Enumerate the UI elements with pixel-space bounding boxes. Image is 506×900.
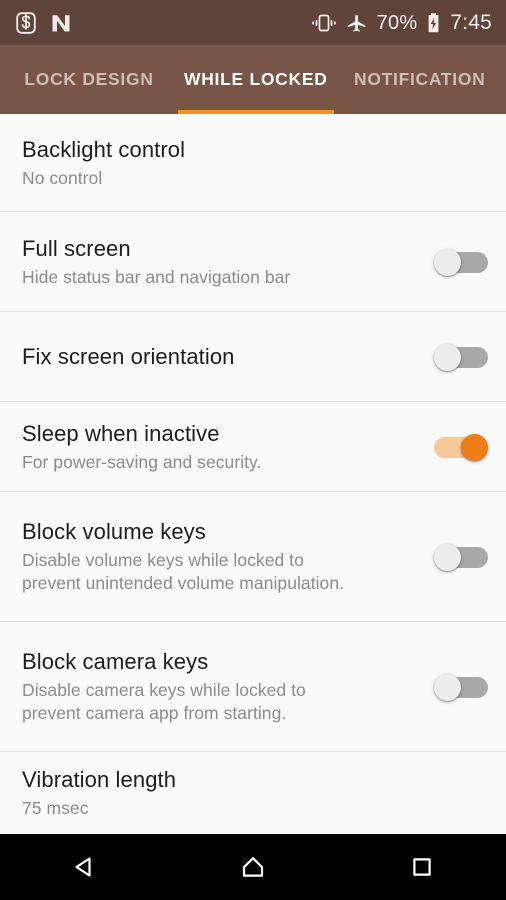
- airplane-mode-icon: [346, 12, 368, 34]
- vibrate-icon: [311, 12, 337, 34]
- setting-subtitle: Hide status bar and navigation bar: [22, 266, 291, 287]
- setting-text: Sleep when inactive For power-saving and…: [22, 420, 420, 474]
- toggle-thumb: [434, 248, 461, 276]
- setting-subtitle: For power-saving and security.: [22, 451, 262, 472]
- tab-while-locked[interactable]: WHILE LOCKED: [178, 45, 334, 114]
- tab-while-locked-label: WHILE LOCKED: [184, 69, 328, 89]
- nova-n-logo-icon: [50, 12, 72, 34]
- status-bar-notification-icons: [16, 11, 72, 34]
- setting-text: Block camera keys Disable camera keys wh…: [22, 648, 420, 725]
- home-button[interactable]: [205, 834, 301, 900]
- setting-text: Fix screen orientation: [22, 343, 420, 371]
- tab-lock-design[interactable]: LOCK DESIGN: [0, 45, 178, 114]
- android-navigation-bar: [0, 834, 506, 900]
- setting-subtitle: Disable camera keys while locked to prev…: [22, 679, 420, 725]
- setting-subtitle-line1: Disable camera keys while locked to: [22, 680, 306, 700]
- setting-subtitle-line2: prevent camera app from starting.: [22, 703, 287, 723]
- setting-row-backlight-control[interactable]: Backlight control No control: [0, 114, 506, 212]
- toggle-sleep-when-inactive[interactable]: [434, 433, 488, 461]
- setting-text: Full screen Hide status bar and navigati…: [22, 235, 420, 289]
- recents-button[interactable]: [374, 834, 470, 900]
- setting-row-vibration-length[interactable]: Vibration length 75 msec: [0, 752, 506, 834]
- tab-bar: LOCK DESIGN WHILE LOCKED NOTIFICATION: [0, 45, 506, 114]
- setting-title: Backlight control: [22, 136, 186, 162]
- toggle-thumb: [434, 543, 461, 571]
- toggle-block-volume-keys[interactable]: [434, 543, 488, 571]
- setting-subtitle: 75 msec: [22, 798, 89, 818]
- setting-title: Block camera keys: [22, 649, 209, 674]
- recents-square-icon: [407, 852, 437, 882]
- setting-row-sleep-when-inactive[interactable]: Sleep when inactive For power-saving and…: [0, 402, 506, 492]
- clock-label: 7:45: [450, 11, 492, 34]
- setting-title: Block volume keys: [22, 519, 206, 544]
- tab-notification-label: NOTIFICATION: [353, 69, 486, 89]
- setting-row-fix-screen-orientation[interactable]: Fix screen orientation: [0, 312, 506, 402]
- tab-lock-design-label: LOCK DESIGN: [24, 69, 154, 89]
- setting-subtitle: No control: [22, 167, 103, 188]
- battery-percent-label: 70%: [376, 11, 418, 34]
- setting-subtitle-line2: prevent unintended volume manipulation.: [22, 573, 345, 593]
- back-triangle-icon: [69, 852, 99, 882]
- battery-charging-icon: [426, 12, 441, 34]
- setting-title: Full screen: [22, 235, 131, 261]
- setting-text: Backlight control No control: [22, 136, 488, 190]
- setting-row-block-volume-keys[interactable]: Block volume keys Disable volume keys wh…: [0, 492, 506, 622]
- setting-row-block-camera-keys[interactable]: Block camera keys Disable camera keys wh…: [0, 622, 506, 752]
- setting-title: Sleep when inactive: [22, 420, 220, 446]
- setting-title: Vibration length: [22, 767, 177, 792]
- setting-title: Fix screen orientation: [22, 343, 235, 369]
- back-button[interactable]: [36, 834, 132, 900]
- toggle-fix-screen-orientation[interactable]: [434, 343, 488, 371]
- setting-row-full-screen[interactable]: Full screen Hide status bar and navigati…: [0, 212, 506, 312]
- setting-subtitle-line1: Disable volume keys while locked to: [22, 550, 304, 570]
- toggle-thumb: [434, 673, 461, 701]
- status-bar: 70% 7:45: [0, 0, 506, 45]
- settings-list[interactable]: Backlight control No control Full screen…: [0, 114, 506, 834]
- setting-subtitle: Disable volume keys while locked to prev…: [22, 549, 420, 595]
- app-s-logo-icon: [16, 11, 36, 34]
- status-bar-system-icons: 70% 7:45: [311, 12, 492, 34]
- setting-text: Vibration length 75 msec: [22, 766, 488, 820]
- toggle-block-camera-keys[interactable]: [434, 673, 488, 701]
- toggle-full-screen[interactable]: [434, 248, 488, 276]
- toggle-thumb: [461, 433, 488, 461]
- phone-screen: 70% 7:45 LOCK DESIGN WHILE LOCKED NOTIFI…: [0, 0, 506, 900]
- toggle-thumb: [434, 343, 461, 371]
- setting-text: Block volume keys Disable volume keys wh…: [22, 518, 420, 595]
- tab-notification[interactable]: NOTIFICATION: [334, 45, 506, 114]
- home-house-icon: [238, 852, 268, 882]
